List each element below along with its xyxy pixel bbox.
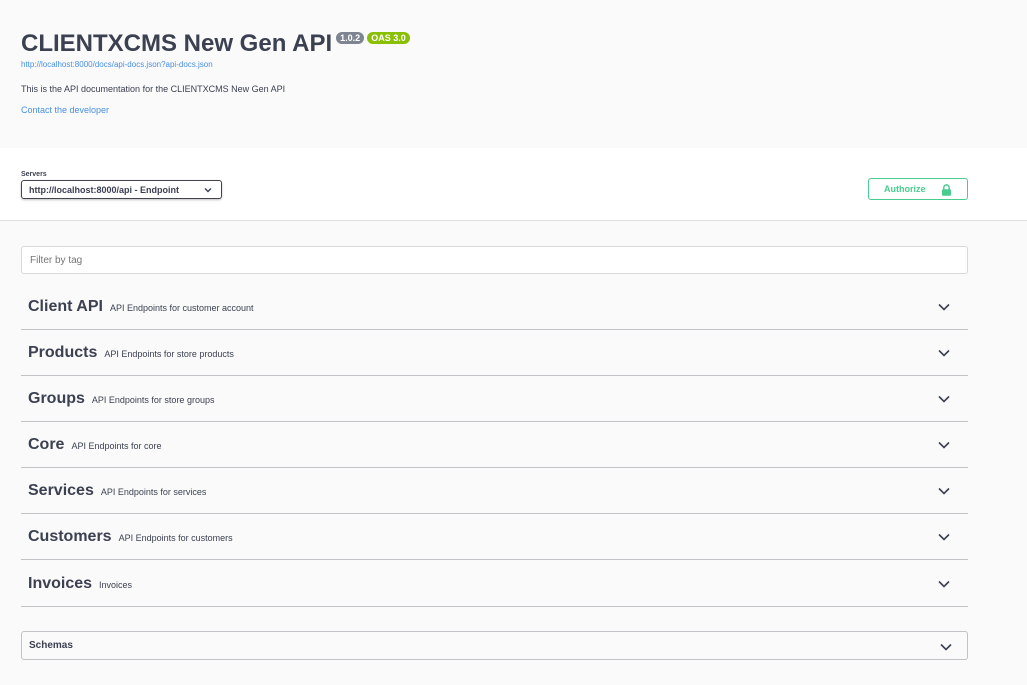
tag-name: Services xyxy=(28,481,94,499)
tag-customers[interactable]: Customers API Endpoints for customers xyxy=(21,514,968,560)
schemas-section-toggle[interactable]: Schemas xyxy=(21,631,968,660)
api-description: This is the API documentation for the CL… xyxy=(21,84,286,94)
filter-by-tag-input[interactable] xyxy=(21,246,968,274)
chevron-down-icon xyxy=(204,188,212,193)
tag-core[interactable]: Core API Endpoints for core xyxy=(21,422,968,468)
tag-name: Products xyxy=(28,343,98,361)
title-row: CLIENTXCMS New Gen API 1.0.2 OAS 3.0 xyxy=(21,30,410,58)
server-select[interactable]: http://localhost:8000/api - Endpoint xyxy=(21,180,222,199)
tag-description: API Endpoints for store products xyxy=(104,349,234,359)
schemas-label: Schemas xyxy=(29,640,73,651)
chevron-down-icon[interactable] xyxy=(938,441,950,449)
lock-icon xyxy=(942,184,951,196)
info-section: CLIENTXCMS New Gen API 1.0.2 OAS 3.0 htt… xyxy=(0,0,1027,148)
chevron-down-icon[interactable] xyxy=(938,487,950,495)
tag-description: API Endpoints for core xyxy=(71,441,162,451)
tag-name: Invoices xyxy=(28,574,93,592)
tag-name: Client API xyxy=(28,297,103,315)
spec-url-link[interactable]: http://localhost:8000/docs/api-docs.json… xyxy=(21,60,213,69)
tag-description: API Endpoints for customers xyxy=(118,533,233,543)
servers-label: Servers xyxy=(21,171,47,178)
tag-description: API Endpoints for services xyxy=(100,487,207,497)
page-title: CLIENTXCMS New Gen API xyxy=(21,30,333,57)
chevron-down-icon[interactable] xyxy=(938,303,950,311)
version-badge: 1.0.2 xyxy=(336,32,365,44)
tag-name: Customers xyxy=(28,527,112,545)
tag-products[interactable]: Products API Endpoints for store product… xyxy=(21,330,968,376)
authorize-label: Authorize xyxy=(884,184,926,194)
chevron-down-icon[interactable] xyxy=(938,395,950,403)
server-select-value: http://localhost:8000/api - Endpoint xyxy=(29,184,180,195)
tag-description: API Endpoints for customer account xyxy=(109,303,254,313)
chevron-down-icon[interactable] xyxy=(940,643,952,651)
tag-groups[interactable]: Groups API Endpoints for store groups xyxy=(21,376,968,422)
chevron-down-icon[interactable] xyxy=(938,533,950,541)
tag-invoices[interactable]: Invoices Invoices xyxy=(21,561,968,607)
tag-services[interactable]: Services API Endpoints for services xyxy=(21,468,968,514)
scheme-container: Servers http://localhost:8000/api - Endp… xyxy=(0,148,1027,221)
contact-developer-link[interactable]: Contact the developer xyxy=(21,105,109,115)
chevron-down-icon[interactable] xyxy=(938,349,950,357)
tag-name: Groups xyxy=(28,389,85,407)
tag-description: API Endpoints for store groups xyxy=(91,395,215,405)
tag-name: Core xyxy=(28,435,65,453)
tag-description: Invoices xyxy=(99,580,133,590)
authorize-button[interactable]: Authorize xyxy=(868,178,968,200)
oas-badge: OAS 3.0 xyxy=(367,32,410,44)
tag-client-api[interactable]: Client API API Endpoints for customer ac… xyxy=(21,284,968,330)
chevron-down-icon[interactable] xyxy=(938,580,950,588)
